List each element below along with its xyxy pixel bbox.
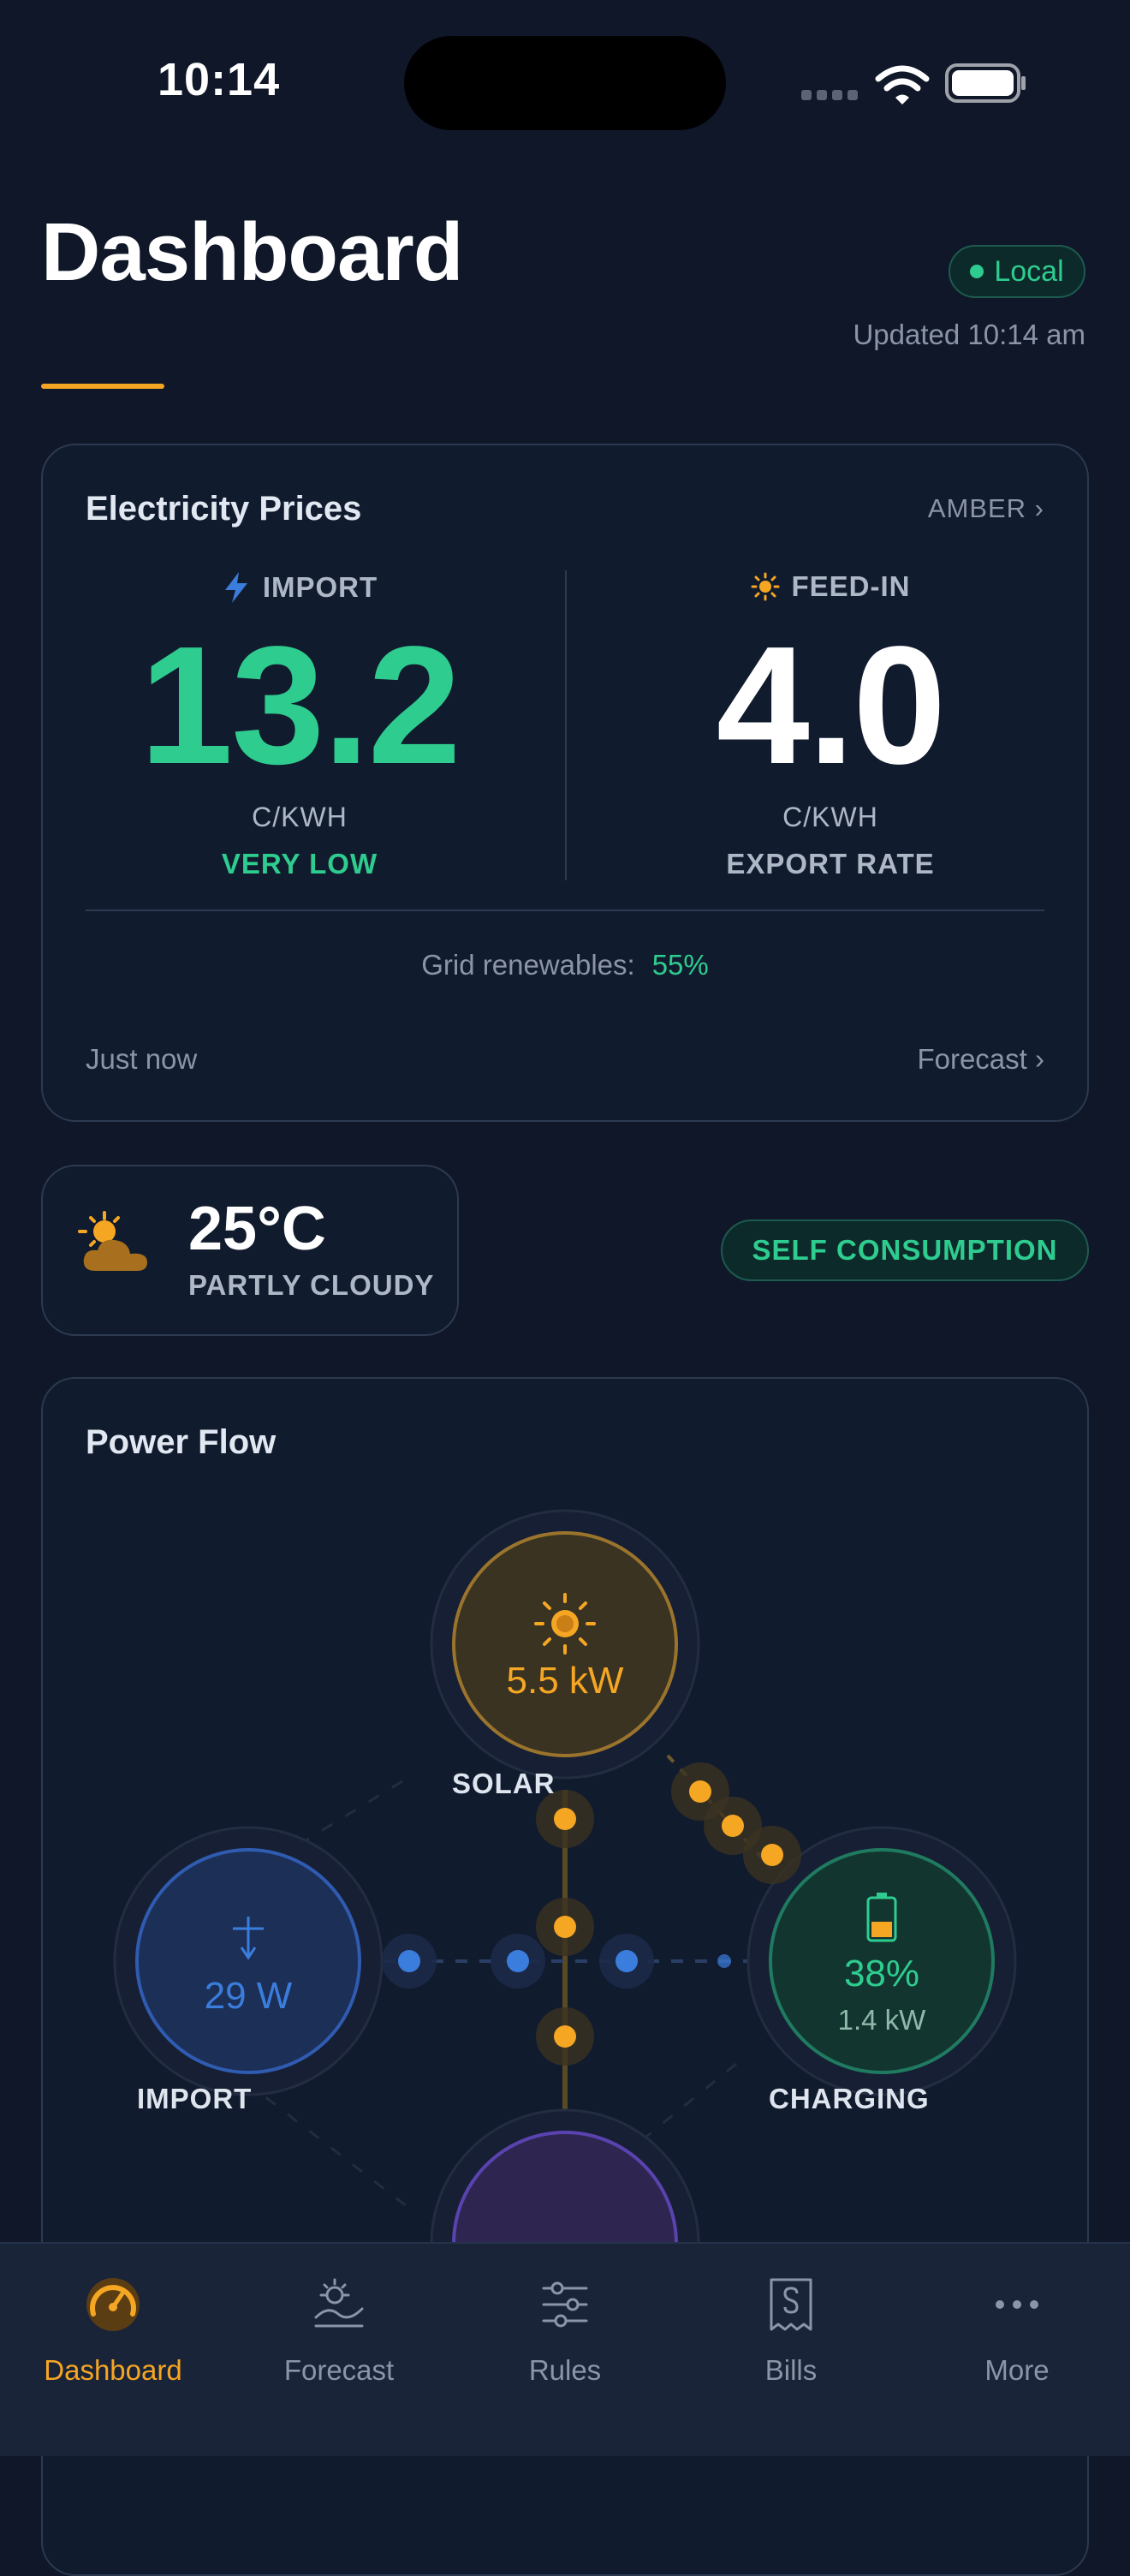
connection-badge-label: Local	[994, 254, 1064, 288]
sliders-icon	[542, 2281, 588, 2328]
renewables-label: Grid renewables:	[421, 949, 635, 981]
last-updated: Updated 10:14 am	[853, 319, 1085, 350]
renewables-value: 55%	[651, 949, 709, 981]
sun-icon	[751, 572, 779, 601]
tab-rules-label: Rules	[528, 2354, 602, 2386]
power-flow-diagram	[113, 1509, 1017, 2242]
battery-power: 1.4 kW	[837, 2004, 926, 2036]
sun-forecast-icon	[314, 2278, 364, 2328]
feed-in-label: FEED-IN	[791, 570, 911, 602]
solar-power-value: 5.5 kW	[506, 1660, 624, 1702]
import-label: IMPORT	[262, 571, 378, 603]
wifi-icon	[875, 65, 930, 104]
grid-label: IMPORT	[137, 2083, 253, 2114]
import-price-status: VERY LOW	[221, 848, 378, 880]
partly-cloudy-icon	[78, 1211, 147, 1271]
self-consumption-badge[interactable]: SELF CONSUMPTION	[721, 1219, 1089, 1281]
dynamic-island	[404, 36, 726, 130]
tab-more[interactable]: More	[904, 2275, 1130, 2387]
title-accent-underline	[41, 384, 164, 389]
tab-rules[interactable]: Rules	[452, 2275, 678, 2387]
tab-bills-label: Bills	[764, 2354, 818, 2386]
feed-in-price-value: 4.0	[716, 611, 946, 799]
tab-more-label: More	[984, 2354, 1050, 2386]
tab-bills[interactable]: Bills	[678, 2275, 904, 2387]
more-icon	[996, 2300, 1038, 2309]
weather-temperature: 25°C	[188, 1195, 326, 1263]
tab-dashboard[interactable]: Dashboard	[0, 2275, 226, 2387]
import-price-value: 13.2	[140, 611, 461, 799]
tab-forecast[interactable]: Forecast	[226, 2275, 452, 2387]
feed-in-price-status: EXPORT RATE	[726, 848, 935, 880]
import-price-header: IMPORT	[86, 570, 514, 605]
battery-percent: 38%	[843, 1953, 920, 1995]
feed-in-price-header: FEED-IN	[616, 570, 1044, 603]
feed-in-price-unit: C/KWH	[782, 802, 878, 832]
provider-link[interactable]: AMBER ›	[928, 493, 1044, 524]
grid-power-value: 29 W	[204, 1975, 293, 2017]
cellular-signal-icon	[801, 89, 863, 104]
import-price-unit: C/KWH	[252, 802, 348, 832]
tab-dashboard-label: Dashboard	[44, 2354, 182, 2386]
gauge-icon	[86, 2278, 140, 2331]
prices-column-divider	[565, 570, 567, 880]
prices-card-title: Electricity Prices	[86, 490, 362, 528]
forecast-link[interactable]: Forecast ›	[917, 1043, 1044, 1076]
home-node[interactable]	[430, 2108, 700, 2242]
lightning-icon	[224, 572, 247, 603]
grid-node[interactable]	[113, 1826, 384, 2096]
flow-particles	[382, 1762, 801, 2066]
battery-label: CHARGING	[769, 2083, 930, 2114]
connection-badge[interactable]: Local	[949, 245, 1085, 298]
tab-forecast-label: Forecast	[283, 2354, 395, 2386]
battery-status-icon	[945, 63, 1026, 103]
solar-label: SOLAR	[452, 1768, 556, 1799]
prices-refreshed: Just now	[86, 1043, 198, 1075]
prices-divider	[86, 909, 1044, 911]
grid-renewables: Grid renewables: 55%	[86, 949, 1044, 981]
page-title: Dashboard	[41, 206, 463, 298]
receipt-icon	[770, 2278, 812, 2331]
power-flow-title: Power Flow	[86, 1423, 277, 1461]
weather-condition: PARTLY CLOUDY	[188, 1269, 435, 1301]
tab-bar: Dashboard Forecast Rules Bills More	[0, 2242, 1130, 2456]
connection-status-dot	[970, 265, 984, 278]
status-time: 10:14	[158, 54, 281, 105]
